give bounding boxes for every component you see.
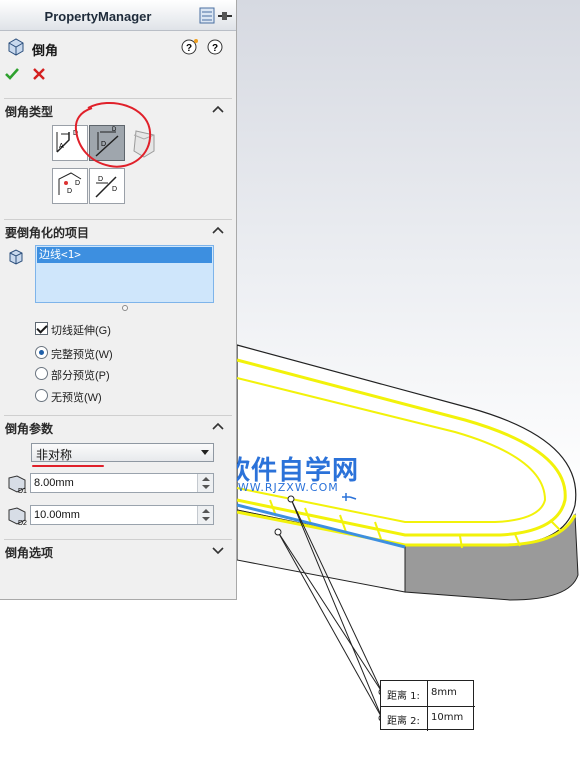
- full-preview-radio-row[interactable]: 完整预览(W): [35, 345, 225, 361]
- chevron-up-icon[interactable]: [212, 421, 224, 431]
- selection-list-item[interactable]: 边线<1>: [37, 247, 212, 263]
- svg-text:A: A: [59, 143, 64, 150]
- svg-text:D2: D2: [18, 520, 27, 526]
- svg-text:D: D: [112, 186, 117, 193]
- group-header-chamfer-options[interactable]: 倒角选项: [0, 540, 236, 562]
- group-label: 倒角参数: [5, 422, 54, 436]
- input-value: 10.00mm: [34, 509, 80, 521]
- radio-label: 部分预览(P): [51, 370, 110, 382]
- distance-callout[interactable]: 距离 1: 8mm 距离 2: 10mm: [380, 680, 475, 731]
- select-value: 非对称: [36, 448, 73, 462]
- feature-header: 倒角 ? ?: [6, 37, 231, 58]
- callout-row: 距离 2: 10mm: [381, 706, 475, 731]
- chevron-down-icon[interactable]: [212, 545, 224, 555]
- svg-text:D: D: [75, 180, 80, 187]
- chevron-up-icon[interactable]: [212, 225, 224, 235]
- tangent-propagation-checkbox-row[interactable]: 切线延伸(G): [35, 321, 225, 337]
- distance-2-icon: D2: [8, 507, 27, 526]
- callout-value[interactable]: 10mm: [431, 712, 463, 723]
- callout-row: 距离 1: 8mm: [381, 681, 475, 706]
- full-preview-radio[interactable]: [35, 346, 48, 359]
- resize-handle[interactable]: [122, 305, 128, 311]
- annotation-circle: [74, 101, 152, 168]
- spinner[interactable]: [197, 506, 213, 524]
- callout-key: 距离 2:: [387, 716, 420, 727]
- edge-selection-icon: [9, 249, 23, 265]
- property-manager-panel: PropertyManager 倒角 ? ? 倒角类型 A D D D D D …: [0, 0, 237, 600]
- group-header-items[interactable]: 要倒角化的项目: [0, 220, 236, 242]
- input-value: 8.00mm: [34, 477, 74, 489]
- distance-2-input[interactable]: 10.00mm: [30, 505, 214, 525]
- watermark-url: WWW.RJZXW.COM: [226, 481, 339, 494]
- no-preview-radio-row[interactable]: 无预览(W): [35, 388, 225, 404]
- partial-preview-radio[interactable]: [35, 367, 48, 380]
- distance-1-icon: D1: [8, 475, 27, 494]
- svg-text:D: D: [67, 188, 72, 195]
- ok-checkmark-icon[interactable]: [4, 66, 20, 82]
- group-label: 倒角选项: [5, 546, 54, 560]
- panel-title-bar: PropertyManager: [0, 0, 236, 31]
- group-label: 倒角类型: [5, 105, 54, 119]
- group-header-params[interactable]: 倒角参数: [0, 416, 236, 438]
- radio-label: 完整预览(W): [51, 349, 113, 361]
- panel-title: PropertyManager: [44, 9, 152, 24]
- radio-label: 无预览(W): [51, 392, 102, 404]
- svg-text:D1: D1: [18, 488, 27, 494]
- callout-value[interactable]: 8mm: [431, 687, 457, 698]
- checkbox-label: 切线延伸(G): [51, 325, 111, 337]
- chevron-down-icon: [201, 450, 209, 455]
- chamfer-feature-icon: [8, 38, 24, 56]
- spinner[interactable]: [197, 474, 213, 492]
- distance-1-input[interactable]: 8.00mm: [30, 473, 214, 493]
- selection-list[interactable]: 边线<1>: [35, 245, 214, 303]
- svg-text:?: ?: [186, 43, 192, 54]
- cancel-x-icon[interactable]: [31, 66, 47, 82]
- feature-name: 倒角: [32, 43, 59, 58]
- annotation-underline: [32, 465, 104, 467]
- help-icon[interactable]: ? ?: [180, 38, 228, 56]
- chamfer-mode-select[interactable]: 非对称: [31, 443, 214, 462]
- chevron-up-icon[interactable]: [212, 104, 224, 114]
- tangent-propagation-checkbox[interactable]: [35, 322, 48, 335]
- no-preview-radio[interactable]: [35, 389, 48, 402]
- callout-key: 距离 1:: [387, 691, 420, 702]
- pin-icon[interactable]: [198, 6, 234, 26]
- group-label: 要倒角化的项目: [5, 226, 90, 240]
- svg-text:D: D: [98, 176, 103, 183]
- svg-text:?: ?: [212, 43, 218, 54]
- partial-preview-radio-row[interactable]: 部分预览(P): [35, 366, 225, 382]
